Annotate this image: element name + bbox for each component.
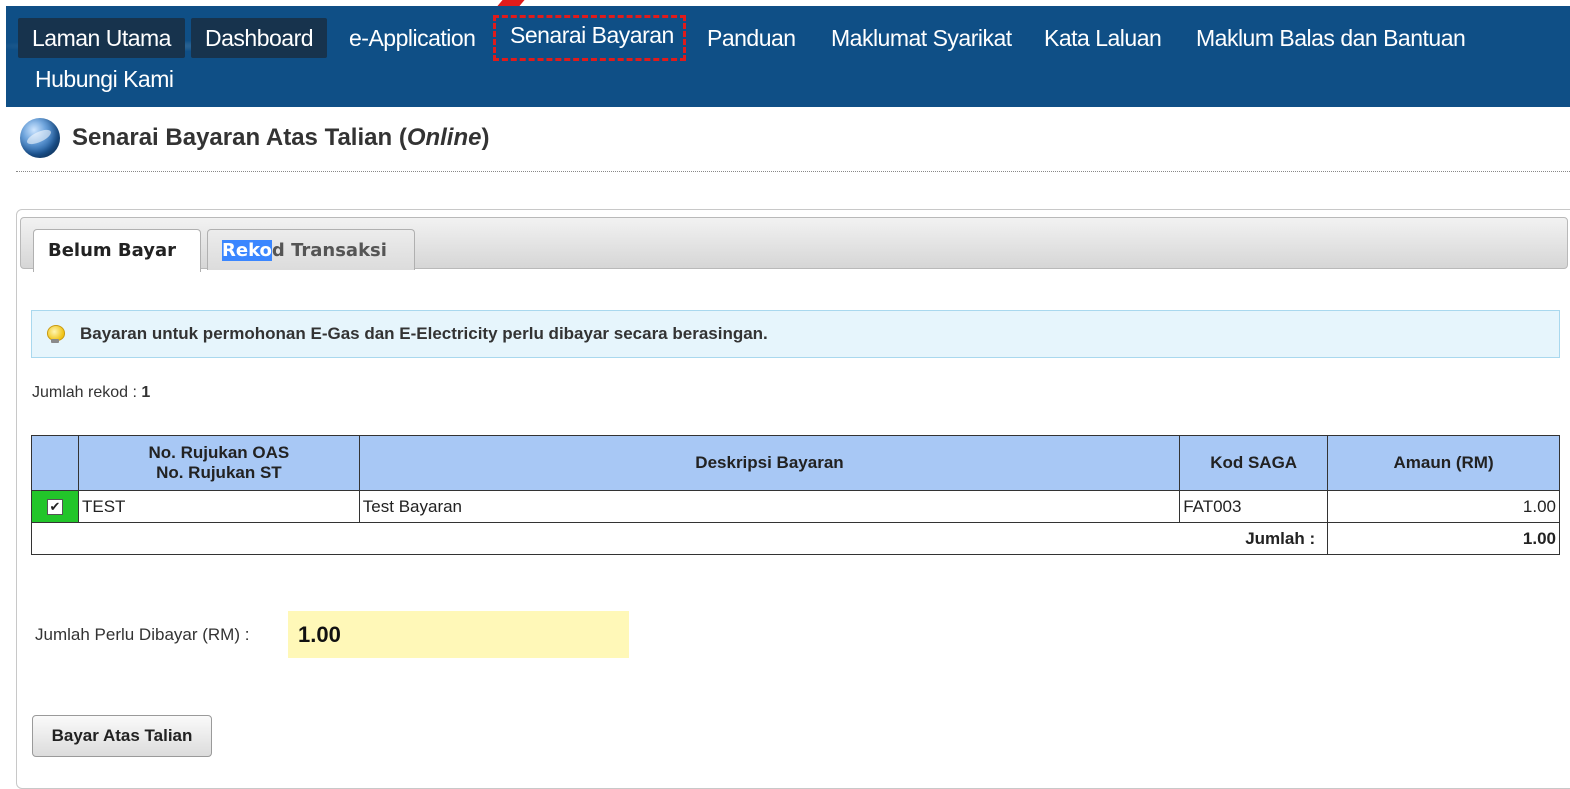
- nav-e-application[interactable]: e-Application: [335, 18, 489, 58]
- cell-amount: 1.00: [1327, 490, 1560, 523]
- table-total-row: Jumlah : 1.00: [30, 522, 1560, 555]
- pay-online-button[interactable]: Bayar Atas Talian: [32, 715, 212, 757]
- nav-maklumat-syarikat[interactable]: Maklumat Syarikat: [817, 18, 1026, 58]
- header-amount: Amaun (RM): [1327, 435, 1560, 491]
- amount-due-label: Jumlah Perlu Dibayar (RM) :: [35, 625, 250, 644]
- top-navigation: Laman Utama Dashboard e-Application Sena…: [6, 6, 1570, 107]
- header-ref: No. Rujukan OAS No. Rujukan ST: [77, 435, 360, 491]
- nav-maklum-balas[interactable]: Maklum Balas dan Bantuan: [1182, 18, 1479, 58]
- page-header: Senarai Bayaran Atas Talian (Online): [20, 114, 489, 162]
- info-notice: Bayaran untuk permohonan E-Gas dan E-Ele…: [31, 310, 1560, 358]
- nav-hubungi-kami[interactable]: Hubungi Kami: [21, 59, 187, 99]
- row-checkbox[interactable]: ✔: [46, 499, 63, 516]
- table-header-row: No. Rujukan OAS No. Rujukan ST Deskripsi …: [31, 435, 1560, 491]
- payment-table: No. Rujukan OAS No. Rujukan ST Deskripsi …: [30, 435, 1560, 555]
- selected-text: Reko: [222, 240, 272, 261]
- tab-belum-bayar[interactable]: Belum Bayar: [33, 229, 201, 272]
- cell-desc: Test Bayaran: [358, 490, 1181, 523]
- tab-rekod-transaksi[interactable]: Rekod Transaksi: [207, 229, 415, 270]
- nav-dashboard[interactable]: Dashboard: [191, 18, 328, 58]
- cell-saga: FAT003: [1179, 490, 1329, 523]
- divider: [16, 171, 1570, 172]
- table-row: ✔ TEST Test Bayaran FAT003 1.00: [31, 490, 1560, 523]
- header-select: [31, 435, 79, 491]
- header-desc: Deskripsi Bayaran: [358, 435, 1181, 491]
- page-title: Senarai Bayaran Atas Talian (Online): [72, 124, 490, 151]
- info-text: Bayaran untuk permohonan E-Gas dan E-Ele…: [80, 324, 768, 343]
- nav-panduan[interactable]: Panduan: [693, 18, 810, 58]
- nav-laman-utama[interactable]: Laman Utama: [18, 18, 185, 58]
- total-label: Jumlah :: [30, 522, 1329, 555]
- nav-senarai-bayaran[interactable]: Senarai Bayaran: [493, 15, 686, 61]
- total-value: 1.00: [1327, 522, 1560, 555]
- globe-icon: [20, 118, 60, 158]
- nav-kata-laluan[interactable]: Kata Laluan: [1030, 18, 1175, 58]
- header-saga: Kod SAGA: [1179, 435, 1329, 491]
- amount-due-value: 1.00: [288, 611, 629, 658]
- row-select-cell: ✔: [31, 490, 79, 523]
- record-count: Jumlah rekod : 1: [32, 384, 151, 401]
- cell-ref: TEST: [77, 490, 360, 523]
- lightbulb-icon: [46, 325, 65, 343]
